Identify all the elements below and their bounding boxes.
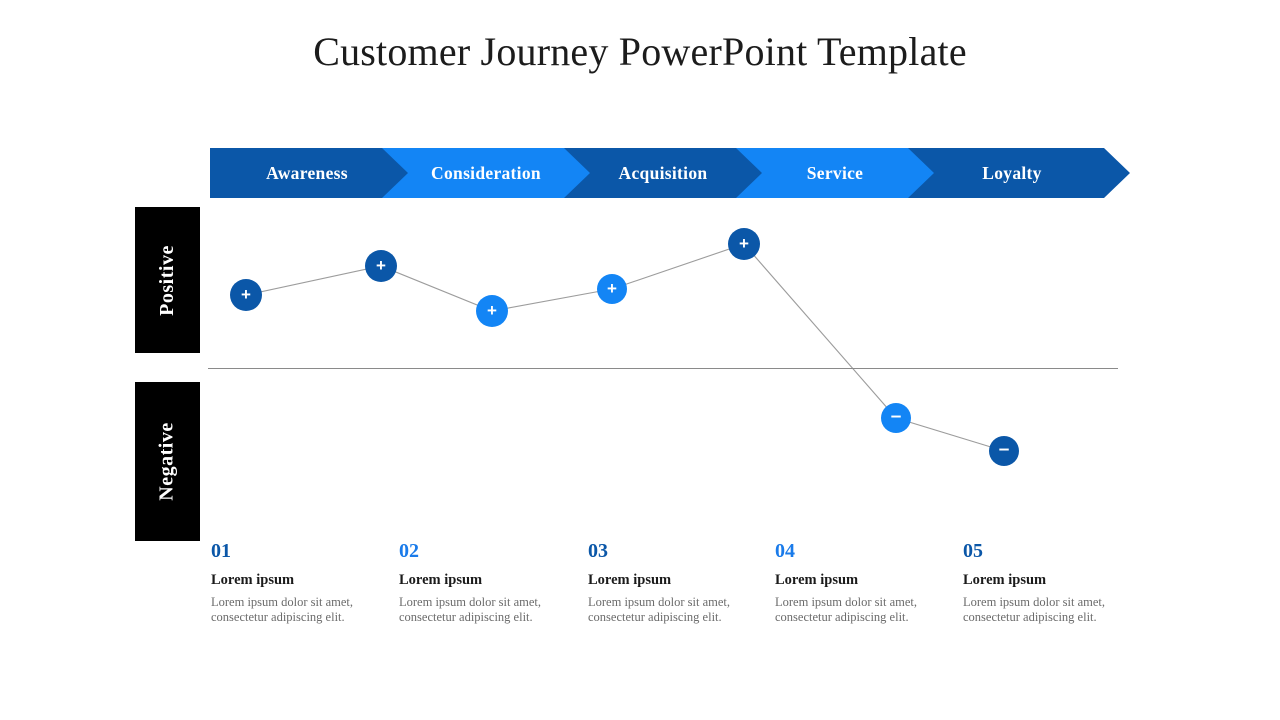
- plus-icon: +: [487, 301, 497, 320]
- caption-body: Lorem ipsum dolor sit amet, consectetur …: [211, 595, 353, 624]
- caption-item-05[interactable]: 05 Lorem ipsum Lorem ipsum dolor sit ame…: [963, 540, 1151, 625]
- sentiment-marker-plus-3[interactable]: +: [476, 295, 508, 327]
- sentiment-marker-plus-1[interactable]: +: [230, 279, 262, 311]
- sentiment-marker-plus-5[interactable]: +: [728, 228, 760, 260]
- slide-canvas: Customer Journey PowerPoint Template Awa…: [0, 0, 1280, 720]
- caption-body: Lorem ipsum dolor sit amet, consectetur …: [963, 595, 1105, 624]
- caption-body: Lorem ipsum dolor sit amet, consectetur …: [588, 595, 730, 624]
- axis-label-positive-text: Positive: [156, 244, 178, 316]
- axis-label-positive: Positive: [135, 207, 200, 353]
- sentiment-marker-plus-4[interactable]: +: [597, 274, 627, 304]
- sentiment-marker-plus-2[interactable]: +: [365, 250, 397, 282]
- caption-body: Lorem ipsum dolor sit amet, consectetur …: [775, 595, 917, 624]
- sentiment-baseline-divider: [208, 368, 1118, 369]
- caption-body: Lorem ipsum dolor sit amet, consectetur …: [399, 595, 541, 624]
- stage-chevron-loyalty[interactable]: Loyalty: [908, 148, 1130, 198]
- caption-heading: Lorem ipsum: [211, 572, 295, 588]
- caption-item-01[interactable]: 01 Lorem ipsum Lorem ipsum dolor sit ame…: [211, 540, 399, 625]
- journey-stage-banner: Awareness Consideration Acquisition Serv…: [210, 148, 1130, 198]
- caption-item-02[interactable]: 02 Lorem ipsum Lorem ipsum dolor sit ame…: [399, 540, 587, 625]
- page-title: Customer Journey PowerPoint Template: [313, 29, 967, 74]
- caption-heading: Lorem ipsum: [775, 572, 859, 588]
- caption-number: 01: [211, 540, 231, 562]
- caption-number: 05: [963, 540, 983, 562]
- caption-heading: Lorem ipsum: [963, 572, 1047, 588]
- stage-label: Loyalty: [982, 162, 1042, 183]
- caption-heading: Lorem ipsum: [588, 572, 672, 588]
- caption-item-03[interactable]: 03 Lorem ipsum Lorem ipsum dolor sit ame…: [588, 540, 776, 625]
- caption-row: 01 Lorem ipsum Lorem ipsum dolor sit ame…: [0, 540, 1280, 650]
- caption-number: 02: [399, 540, 419, 562]
- plus-icon: +: [739, 234, 749, 253]
- caption-item-04[interactable]: 04 Lorem ipsum Lorem ipsum dolor sit ame…: [775, 540, 963, 625]
- axis-label-negative-text: Negative: [156, 422, 179, 501]
- axis-label-negative: Negative: [135, 382, 200, 541]
- caption-heading: Lorem ipsum: [399, 572, 483, 588]
- plus-icon: +: [376, 256, 386, 275]
- plus-icon: +: [607, 279, 617, 298]
- caption-number: 04: [775, 540, 795, 562]
- sentiment-marker-minus-7[interactable]: –: [989, 436, 1019, 466]
- caption-number: 03: [588, 540, 608, 562]
- minus-icon: –: [998, 439, 1010, 460]
- minus-icon: –: [890, 406, 902, 427]
- sentiment-marker-minus-6[interactable]: –: [881, 403, 911, 433]
- plus-icon: +: [241, 285, 251, 304]
